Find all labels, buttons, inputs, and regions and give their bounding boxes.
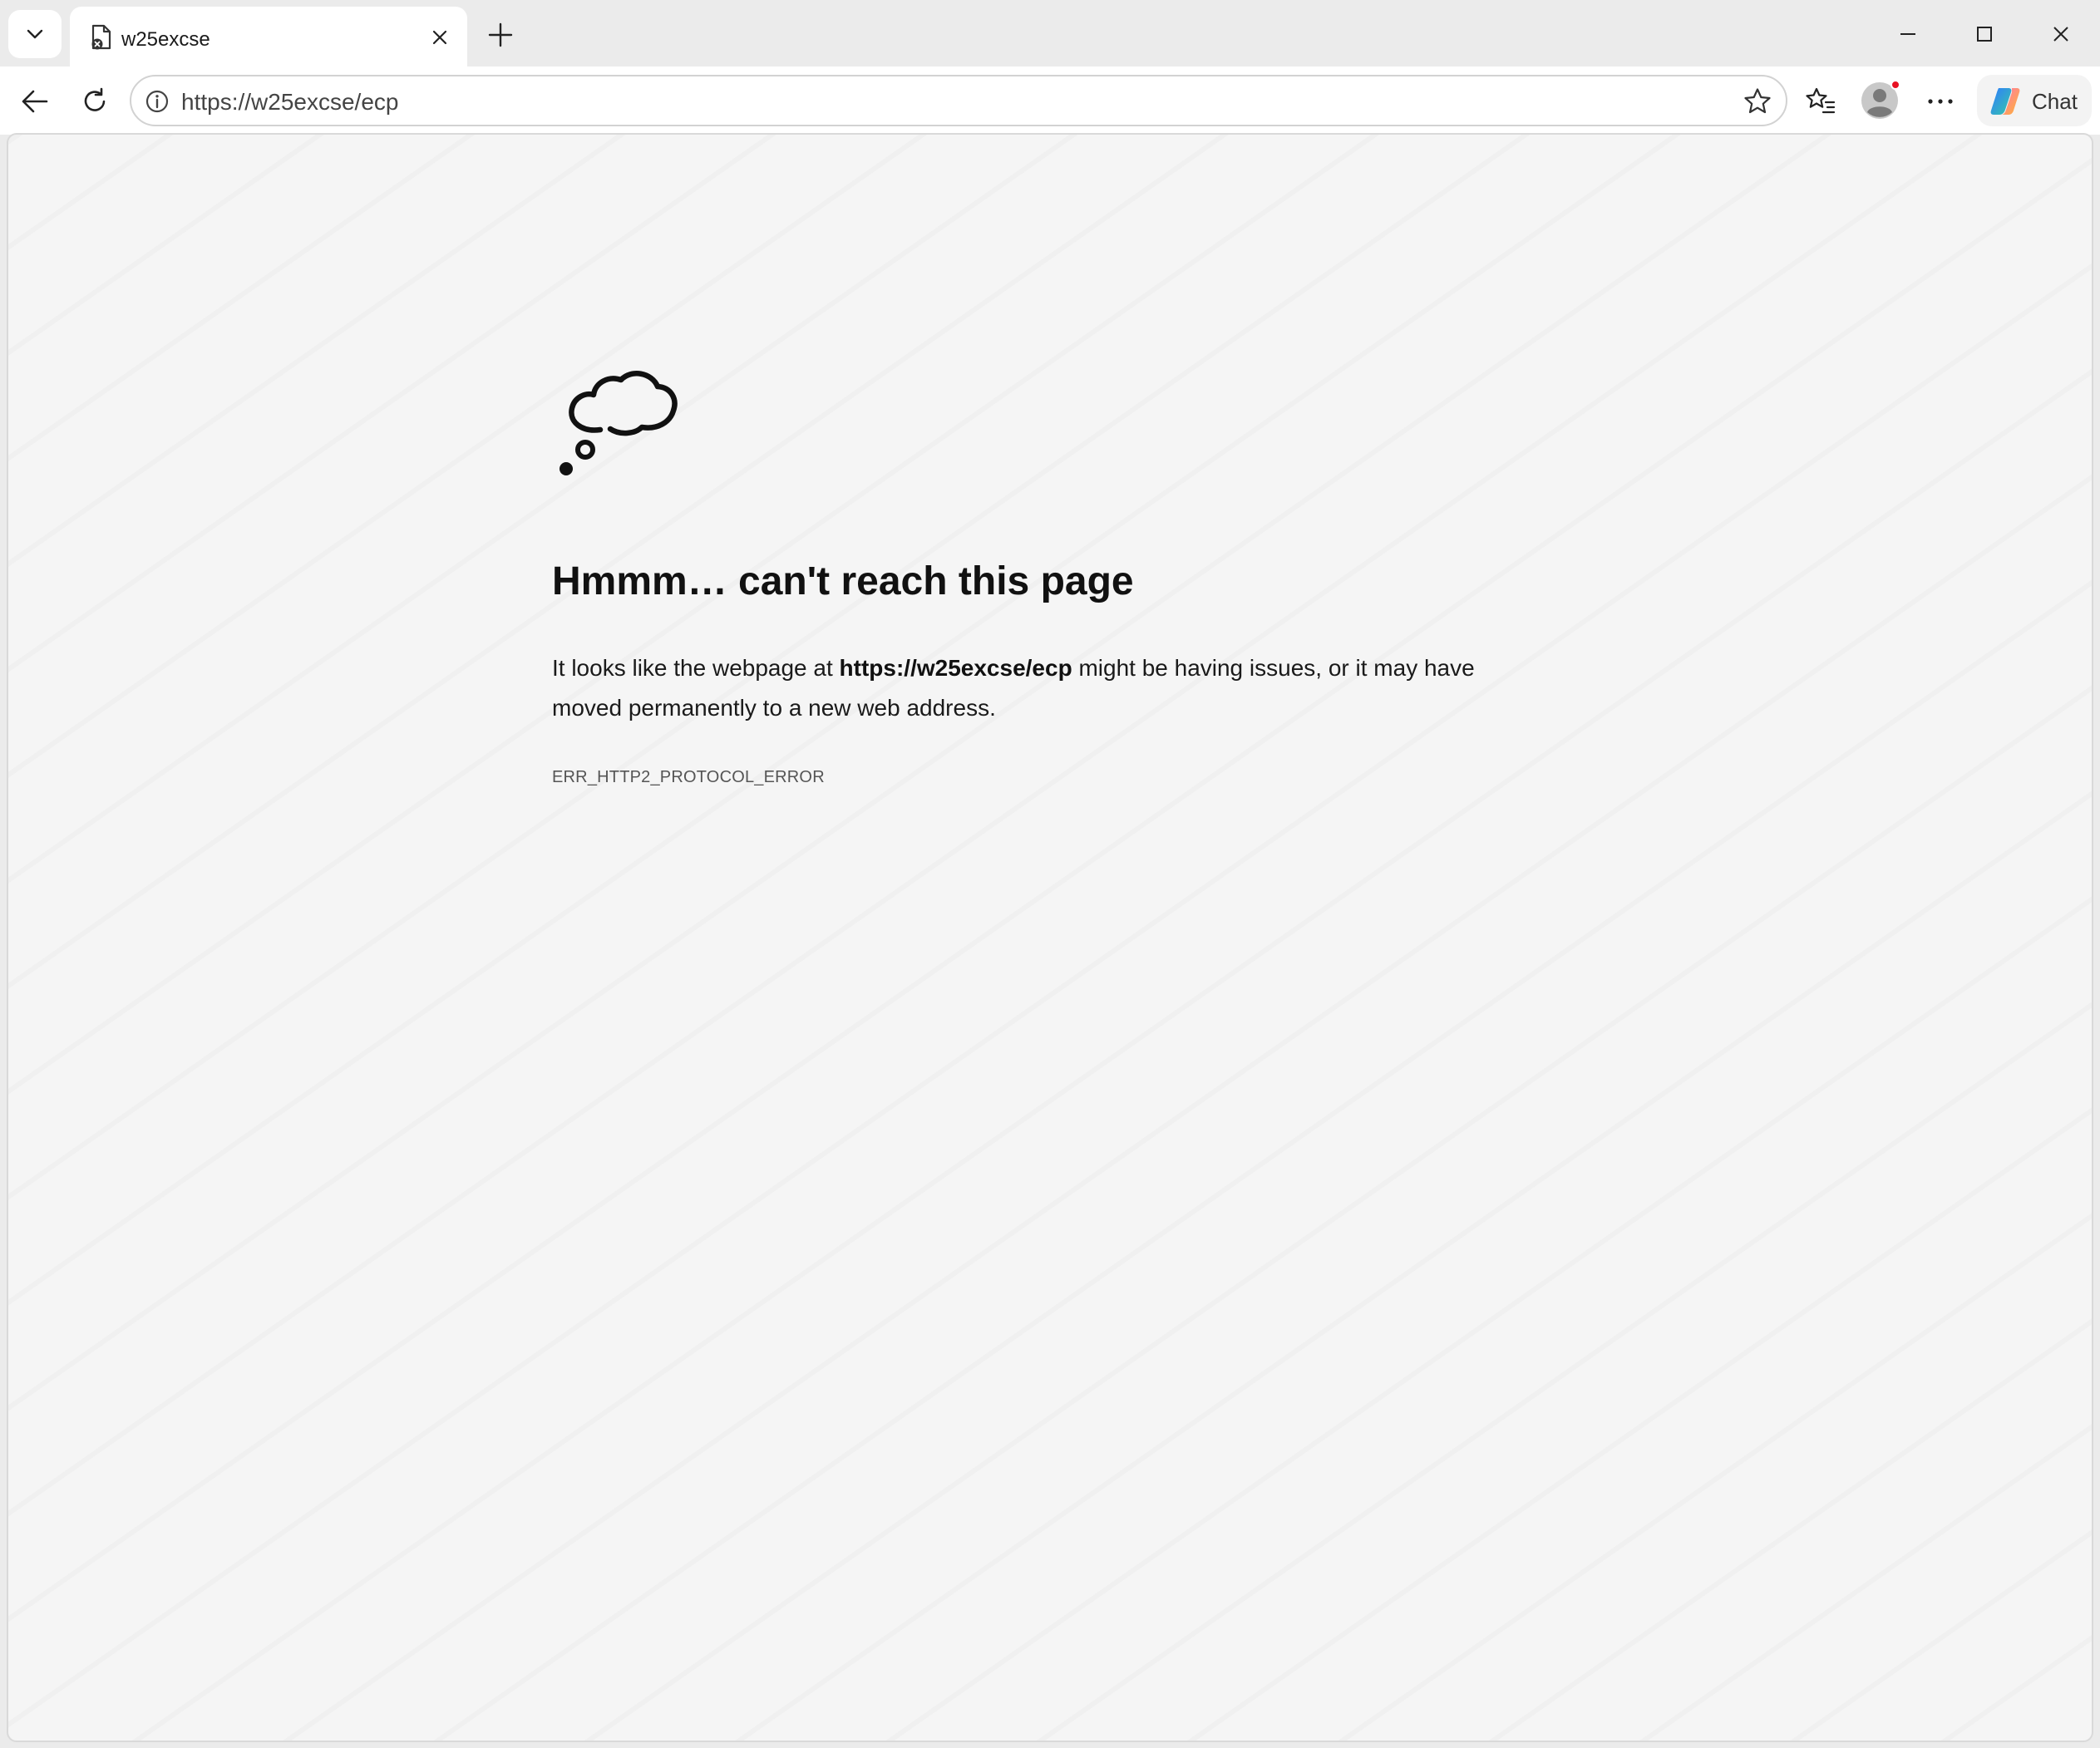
copilot-chat-button[interactable]: Chat: [1977, 75, 2092, 126]
address-bar[interactable]: https://w25excse/ecp: [130, 75, 1787, 126]
site-info-button[interactable]: [143, 87, 171, 116]
page-content: Hmmm… can't reach this page It looks lik…: [7, 133, 2093, 1742]
close-window-button[interactable]: [2042, 15, 2080, 53]
refresh-icon: [84, 87, 106, 111]
add-favorite-button[interactable]: [1741, 85, 1774, 118]
close-icon: [2053, 27, 2068, 42]
error-code: ERR_HTTP2_PROTOCOL_ERROR: [552, 768, 825, 786]
plus-icon: [488, 22, 513, 47]
tab-strip: w25excse: [0, 0, 2100, 66]
profile-button[interactable]: [1857, 78, 1902, 123]
maximize-icon: [1977, 27, 1992, 42]
chat-label: Chat: [2032, 89, 2078, 114]
minimize-button[interactable]: [1889, 15, 1927, 53]
favorites-icon: [1806, 87, 1836, 114]
error-description: It looks like the webpage at https://w25…: [552, 648, 1508, 728]
refresh-button[interactable]: [73, 80, 116, 123]
close-icon: [432, 30, 447, 45]
error-description-url: https://w25excse/ecp: [839, 655, 1072, 681]
watermark-pattern: [8, 135, 2092, 1741]
minimize-icon: [1900, 33, 1915, 35]
new-tab-button[interactable]: [482, 17, 519, 53]
navigation-toolbar: https://w25excse/ecp Chat: [0, 66, 2100, 135]
chevron-down-icon: [27, 29, 43, 39]
tab-active[interactable]: w25excse: [70, 7, 467, 66]
arrow-left-icon: [22, 90, 48, 113]
notification-dot: [1890, 80, 1900, 90]
error-heading: Hmmm… can't reach this page: [552, 559, 1134, 603]
tab-close-button[interactable]: [427, 25, 452, 50]
copilot-logo-icon: [1990, 88, 2020, 115]
broken-page-icon: [91, 24, 111, 50]
thought-bubble-icon: [560, 371, 678, 475]
star-icon: [1744, 88, 1771, 114]
tab-actions-menu-button[interactable]: [8, 10, 62, 58]
favorites-button[interactable]: [1799, 80, 1842, 123]
more-dots-icon: [1928, 99, 1953, 104]
info-icon: [145, 90, 169, 113]
maximize-button[interactable]: [1965, 15, 2004, 53]
tab-title: w25excse: [121, 28, 210, 51]
address-url[interactable]: https://w25excse/ecp: [181, 89, 398, 116]
back-button[interactable]: [13, 80, 57, 123]
error-description-prefix: It looks like the webpage at: [552, 655, 840, 681]
settings-and-more-button[interactable]: [1919, 80, 1962, 123]
browser-window: w25excse https://w25excse/ecp Chat Hmmm……: [0, 0, 2100, 1748]
